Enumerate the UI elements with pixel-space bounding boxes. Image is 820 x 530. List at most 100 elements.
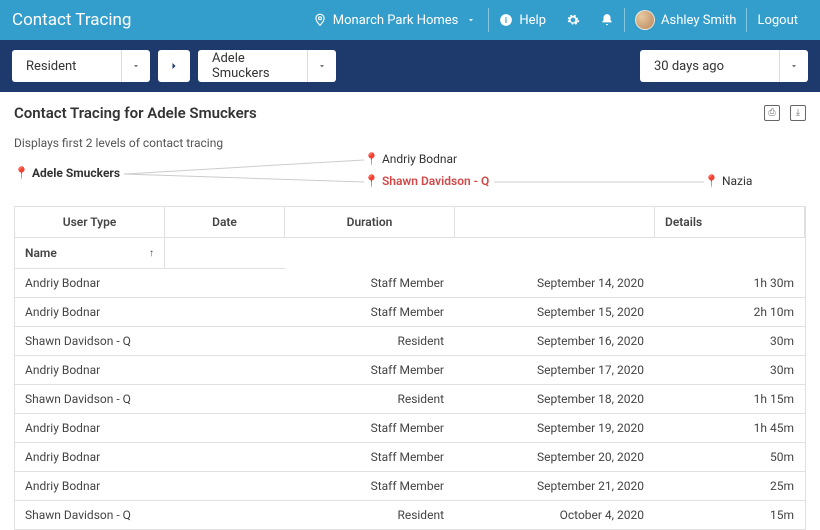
- sort-asc-icon: ↑: [149, 248, 154, 259]
- user-name: Ashley Smith: [661, 13, 736, 28]
- th-name-label: Name: [25, 246, 57, 260]
- cell-user-type: Staff Member: [285, 414, 455, 442]
- cell-details: [165, 269, 285, 297]
- cell-name: Andriy Bodnar: [15, 414, 165, 442]
- cell-details: [165, 443, 285, 471]
- cell-name: Shawn Davidson - Q: [15, 501, 165, 529]
- table-row[interactable]: Andriy Bodnar Staff MemberSeptember 19, 2…: [15, 414, 805, 443]
- graph-node[interactable]: 📍 Shawn Davidson - Q: [364, 174, 489, 188]
- settings-button[interactable]: [556, 0, 590, 40]
- tracing-caption: Displays first 2 levels of contact traci…: [0, 126, 820, 152]
- cell-name: Andriy Bodnar: [15, 472, 165, 500]
- cell-date: September 18, 2020: [455, 385, 655, 413]
- chevron-down-icon: [464, 13, 478, 27]
- graph-node-label: Andriy Bodnar: [382, 152, 457, 166]
- cell-name: Andriy Bodnar: [15, 298, 165, 326]
- table-row[interactable]: Andriy BodnarStaff MemberSeptember 20, 2…: [15, 443, 805, 472]
- contact-graph: 📍 Adele Smuckers 📍 Andriy Bodnar 📍 Shawn…: [14, 152, 806, 196]
- map-pin-icon: 📍: [14, 166, 29, 180]
- table-body: Andriy BodnarStaff MemberSeptember 14, 2…: [15, 269, 805, 530]
- graph-node[interactable]: 📍 Nazia: [704, 174, 752, 188]
- range-select-value: 30 days ago: [640, 50, 780, 82]
- cell-date: September 15, 2020: [455, 298, 655, 326]
- th-duration[interactable]: Duration: [285, 207, 455, 238]
- notifications-button[interactable]: [590, 0, 624, 40]
- graph-node-label: Nazia: [722, 174, 753, 188]
- person-select-value: Adele Smuckers: [198, 50, 308, 82]
- cell-duration: 50m: [655, 443, 805, 471]
- cell-date: September 14, 2020: [455, 269, 655, 297]
- export-pdf-button[interactable]: ⎙: [764, 105, 780, 121]
- table-row[interactable]: Andriy Bodnar Staff MemberSeptember 14, 2…: [15, 269, 805, 298]
- cell-details: [165, 385, 285, 413]
- th-user-type[interactable]: User Type: [15, 207, 165, 238]
- th-name[interactable]: Name ↑: [15, 238, 165, 269]
- table-header: Details User Type Date Duration Name ↑: [15, 207, 805, 269]
- cell-duration: 2h 10m: [655, 298, 805, 326]
- contacts-table: Details User Type Date Duration Name ↑ A…: [14, 206, 806, 530]
- logout-label: Logout: [757, 13, 798, 28]
- graph-node-label: Adele Smuckers: [32, 166, 120, 180]
- table-row[interactable]: Andriy BodnarStaff MemberSeptember 17, 2…: [15, 356, 805, 385]
- go-button[interactable]: [158, 50, 190, 82]
- graph-node[interactable]: 📍 Andriy Bodnar: [364, 152, 457, 166]
- type-select-value: Resident: [12, 50, 122, 82]
- export-xls-button[interactable]: ⤓: [790, 105, 806, 121]
- cell-details: [165, 298, 285, 326]
- cell-duration: 30m: [655, 327, 805, 355]
- th-details[interactable]: Details: [655, 207, 805, 238]
- cell-user-type: Staff Member: [285, 472, 455, 500]
- cell-name: Shawn Davidson - Q: [15, 385, 165, 413]
- cell-date: September 19, 2020: [455, 414, 655, 442]
- location-selector[interactable]: Monarch Park Homes: [303, 0, 489, 40]
- table-row[interactable]: Andriy BodnarStaff MemberSeptember 15, 2…: [15, 298, 805, 327]
- app-title: Contact Tracing: [12, 10, 131, 30]
- cell-date: September 16, 2020: [455, 327, 655, 355]
- table-row[interactable]: Shawn Davidson - QResidentSeptember 16, …: [15, 327, 805, 356]
- logout-link[interactable]: Logout: [747, 0, 808, 40]
- cell-user-type: Staff Member: [285, 269, 455, 297]
- cell-duration: 1h 15m: [655, 385, 805, 413]
- table-row[interactable]: Shawn Davidson - QResidentSeptember 18, …: [15, 385, 805, 414]
- help-link[interactable]: i Help: [489, 0, 556, 40]
- map-pin-icon: 📍: [364, 152, 379, 166]
- cell-user-type: Resident: [285, 327, 455, 355]
- cell-duration: 25m: [655, 472, 805, 500]
- info-icon: i: [499, 13, 513, 27]
- chevron-down-icon[interactable]: [780, 50, 808, 82]
- map-pin-icon: 📍: [364, 174, 379, 188]
- cell-date: September 21, 2020: [455, 472, 655, 500]
- range-select[interactable]: 30 days ago: [640, 50, 808, 82]
- cell-date: September 20, 2020: [455, 443, 655, 471]
- app-header: Contact Tracing Monarch Park Homes i Hel…: [0, 0, 820, 40]
- cell-duration: 15m: [655, 501, 805, 529]
- cell-date: September 17, 2020: [455, 356, 655, 384]
- table-row[interactable]: Shawn Davidson - QResidentOctober 4, 202…: [15, 501, 805, 530]
- bell-icon: [600, 13, 614, 27]
- gear-icon: [566, 13, 580, 27]
- cell-user-type: Resident: [285, 501, 455, 529]
- map-pin-icon: 📍: [704, 174, 719, 188]
- person-select[interactable]: Adele Smuckers: [198, 50, 336, 82]
- cell-name: Andriy Bodnar: [15, 269, 165, 297]
- cell-details: [165, 472, 285, 500]
- cell-user-type: Staff Member: [285, 443, 455, 471]
- cell-details: [165, 327, 285, 355]
- graph-node-root[interactable]: 📍 Adele Smuckers: [14, 166, 120, 180]
- cell-duration: 1h 30m: [655, 269, 805, 297]
- th-blank: [455, 207, 655, 238]
- chevron-down-icon[interactable]: [308, 50, 336, 82]
- avatar: [635, 10, 655, 30]
- user-menu[interactable]: Ashley Smith: [625, 0, 746, 40]
- page-subheader: Contact Tracing for Adele Smuckers ⎙ ⤓: [0, 92, 820, 126]
- pdf-icon: ⎙: [768, 108, 775, 118]
- map-pin-icon: [313, 13, 327, 27]
- type-select[interactable]: Resident: [12, 50, 150, 82]
- th-date[interactable]: Date: [165, 207, 285, 238]
- table-row[interactable]: Andriy Bodnar Staff MemberSeptember 21, 2…: [15, 472, 805, 501]
- location-label: Monarch Park Homes: [333, 13, 459, 28]
- chevron-down-icon[interactable]: [122, 50, 150, 82]
- cell-user-type: Staff Member: [285, 356, 455, 384]
- cell-duration: 30m: [655, 356, 805, 384]
- xls-icon: ⤓: [796, 108, 800, 118]
